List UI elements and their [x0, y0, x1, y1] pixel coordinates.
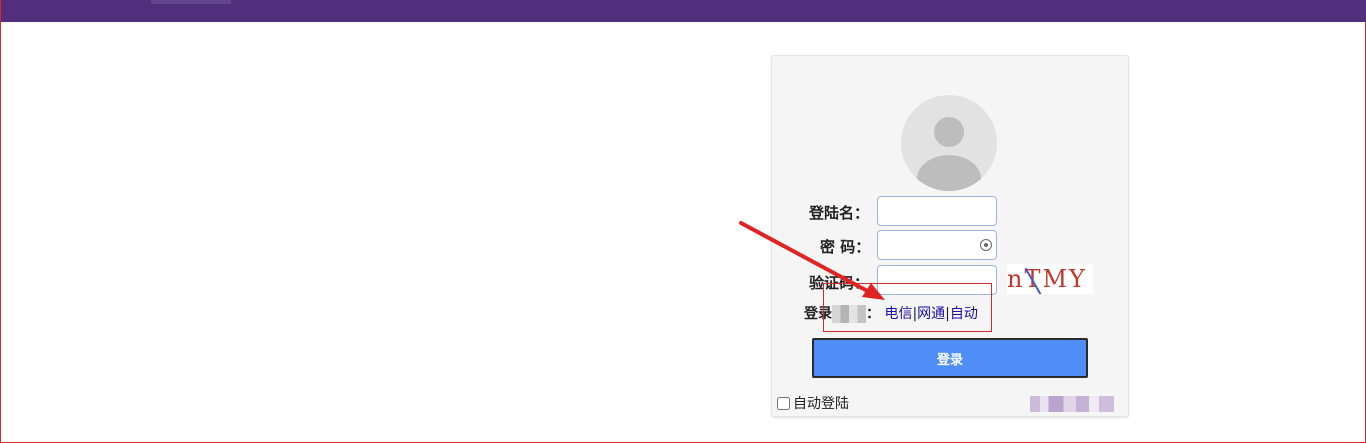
auto-login-checkbox[interactable] — [777, 396, 790, 410]
captcha-input[interactable] — [877, 265, 997, 295]
captcha-image[interactable]: nTMY — [1007, 264, 1093, 294]
login-type-label-prefix: 登录 — [804, 306, 832, 322]
auto-login-label: 自动登陆 — [793, 396, 849, 412]
password-label: 密 码： — [820, 238, 871, 256]
login-type-telecom-link[interactable]: 电信 — [884, 306, 912, 322]
username-label: 登陆名： — [809, 204, 870, 222]
login-type-netcom-link[interactable]: 网通 — [917, 306, 945, 322]
auto-login-option[interactable]: 自动登陆 — [777, 393, 849, 413]
logo — [151, 0, 231, 4]
password-input[interactable] — [877, 230, 997, 260]
avatar-head — [934, 117, 964, 147]
blurred-text — [832, 305, 866, 323]
eye-icon[interactable] — [980, 239, 992, 251]
login-button[interactable]: 登录 — [812, 338, 1088, 378]
login-type-row: 登录： 电信|网通|自动 — [804, 303, 978, 323]
login-type-label-suffix: ： — [866, 306, 880, 322]
page: 登陆名： 密 码： 验证码： nTMY 登录： 电信|网通|自动 登录 自动登陆 — [0, 0, 1366, 443]
top-bar — [1, 0, 1366, 22]
user-avatar-icon — [901, 95, 997, 191]
login-type-auto-link[interactable]: 自动 — [950, 306, 978, 322]
captcha-label: 验证码： — [809, 274, 870, 292]
avatar-body — [917, 155, 981, 191]
login-card: 登陆名： 密 码： 验证码： nTMY 登录： 电信|网通|自动 登录 自动登陆 — [771, 55, 1129, 417]
captcha-text: nTMY — [1007, 265, 1087, 293]
annotation-arrow — [739, 221, 885, 300]
username-input[interactable] — [877, 196, 997, 226]
blurred-link — [1030, 396, 1114, 412]
